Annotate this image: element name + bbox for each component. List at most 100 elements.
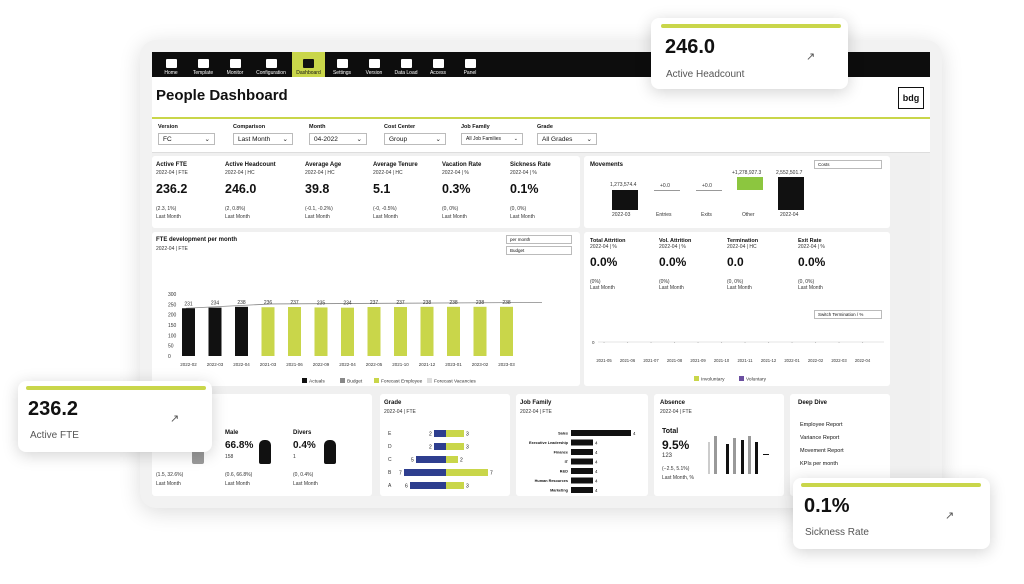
filter-version: Version FC ⌄ [158,124,215,145]
x-tick-label: 2021-03 [260,362,277,367]
x-tick-label: 2022-09 [313,362,330,367]
kpi-total-attrition: Total Attrition 2022-04 | % 0.0% (0%) Last M… [590,238,626,291]
bar-value-label: 4 [595,441,598,446]
period-dropdown[interactable]: per month [506,235,572,244]
legend-label: Budget [347,379,363,385]
nav-version[interactable]: Version [359,52,389,77]
jobfamily-label: Sales [558,432,568,436]
grade-select[interactable]: All Grades ⌄ [537,133,597,145]
kpi-vol-attrition: Vol. Attrition 2022-04 | % 0.0% (0%) Last Mo… [659,238,692,291]
y-tick-label: 0 [168,354,171,360]
jobfamily-label: Human Resources [535,479,568,483]
y-tick-label: 100 [168,333,177,339]
x-tick-label: 2023-02 [472,362,489,367]
legend-label: Forecast Vacancies [434,379,476,385]
legend-swatch [739,376,744,381]
jobfamily-bar [571,477,593,484]
x-tick-label: 2022-03 [207,362,224,367]
bar-value-label: 238 [502,300,511,306]
x-tick-label: 2021-10 [714,358,730,363]
fte-bar [261,307,275,356]
kpi-average-age: Average Age 2022-04 | HC 39.8 (-0.1, -0.2%)… [305,162,342,220]
absence-bar [708,442,710,474]
jobfamily-bar [571,439,593,446]
legend-swatch [694,376,699,381]
chevron-down-icon: ⌄ [204,136,210,143]
filter-bar: Version FC ⌄ Comparison Last Month ⌄ Month 04… [152,119,930,153]
fte-bar [208,307,222,356]
bar-value-label: 231 [184,301,193,307]
nav-template[interactable]: Template [188,52,218,77]
grade-bar-left [404,469,446,476]
movement-bar-start [612,190,638,210]
floating-card-sickness: 0.1% Sickness Rate ↗ [793,478,990,549]
bar-value-label: 3 [466,432,469,438]
grade-bar-right [446,456,458,463]
grade-bar-left [410,482,446,489]
grade-label: A [388,483,392,489]
bar-value-label: 2 [429,445,432,451]
x-tick-label: 2022-04 [339,362,356,367]
fte-bar [182,308,195,356]
bar-value-label: 2 [429,432,432,438]
version-select[interactable]: FC ⌄ [158,133,215,145]
bar-value-label: 237 [396,300,405,306]
bar-value-label: 2 [460,458,463,464]
fte-bar [288,307,301,356]
bar-value-label: 238 [423,300,432,306]
kpi-active-headcount: Active Headcount 2022-04 | HC 246.0 (2, 0.8… [225,162,276,220]
movements-dropdown[interactable]: Costs [814,160,882,169]
kpi-sickness-rate: Sickness Rate 2022-04 | % 0.1% (0, 0%) Last … [510,162,551,220]
movement-bar-exits [696,190,722,191]
nav-home[interactable]: Home [156,52,186,77]
comparison-dropdown[interactable]: Budget [506,246,572,255]
nav-dashboard[interactable]: Dashboard [292,52,325,77]
kpis-per-month-link[interactable]: KPIs per month [800,461,838,467]
comparison-select[interactable]: Last Month ⌄ [233,133,293,145]
accent-bar [661,24,841,28]
nav-settings[interactable]: Settings [327,52,357,77]
nav-configuration[interactable]: Configuration [252,52,290,77]
variance-report-link[interactable]: Variance Report [800,435,839,441]
bar-value-label: 234 [343,301,352,307]
movement-report-link[interactable]: Movement Report [800,448,844,454]
database-icon [400,59,412,68]
movement-bar-entries [654,190,680,191]
nav-monitor[interactable]: Monitor [220,52,250,77]
accent-bar [801,483,981,487]
bar-value-label: 238 [449,300,458,306]
jobfamily-bar [571,487,593,493]
jobfamily-bar-chart: Sales 4 Executive Leadership 4 Finance 4 IT 4 R&… [529,430,636,493]
fte-bar [447,306,460,356]
page-title: People Dashboard [156,87,288,104]
jobfamily-label: Marketing [550,489,569,493]
jobfamily-bar [571,468,593,474]
jobfamily-label: Finance [554,451,568,455]
nav-panel[interactable]: Panel [455,52,485,77]
filter-cost-center: Cost Center Group ⌄ [384,124,446,145]
cost-center-select[interactable]: Group ⌄ [384,133,446,145]
absence-card: Absence 2022-04 | FTE Total 9.5% 123 (−2… [654,394,784,496]
jobfamily-label: R&D [560,470,568,474]
job-family-select[interactable]: All Job Families ⌄ [461,133,523,145]
absence-marker [763,454,769,455]
bar-value-label: 6 [405,484,408,490]
termination-switch-dropdown[interactable]: Switch Termination / % [814,310,882,319]
grade-label: D [388,444,392,450]
month-select[interactable]: 04-2022 ⌄ [309,133,367,145]
attrition-card: Total Attrition 2022-04 | % 0.0% (0%) Last M… [584,232,890,386]
bar-value-label: 3 [466,484,469,490]
grade-card: Grade 2022-04 | FTE E23D23C52B77A63 [380,394,510,496]
movement-bar-other [737,177,763,190]
accent-bar [26,386,206,390]
trending-up-icon: ↗ [945,510,955,522]
floating-card-headcount: 246.0 Active Headcount ↗ [651,18,848,89]
employee-report-link[interactable]: Employee Report [800,422,843,428]
nav-access[interactable]: Access [423,52,453,77]
bar-value-label: 4 [633,431,636,436]
y-tick-label: 0 [592,340,595,345]
nav-data-load[interactable]: Data Load [391,52,421,77]
fte-bar [394,307,407,356]
x-tick-label: 2022-02 [180,362,197,367]
bar-value-label: 4 [595,479,598,484]
